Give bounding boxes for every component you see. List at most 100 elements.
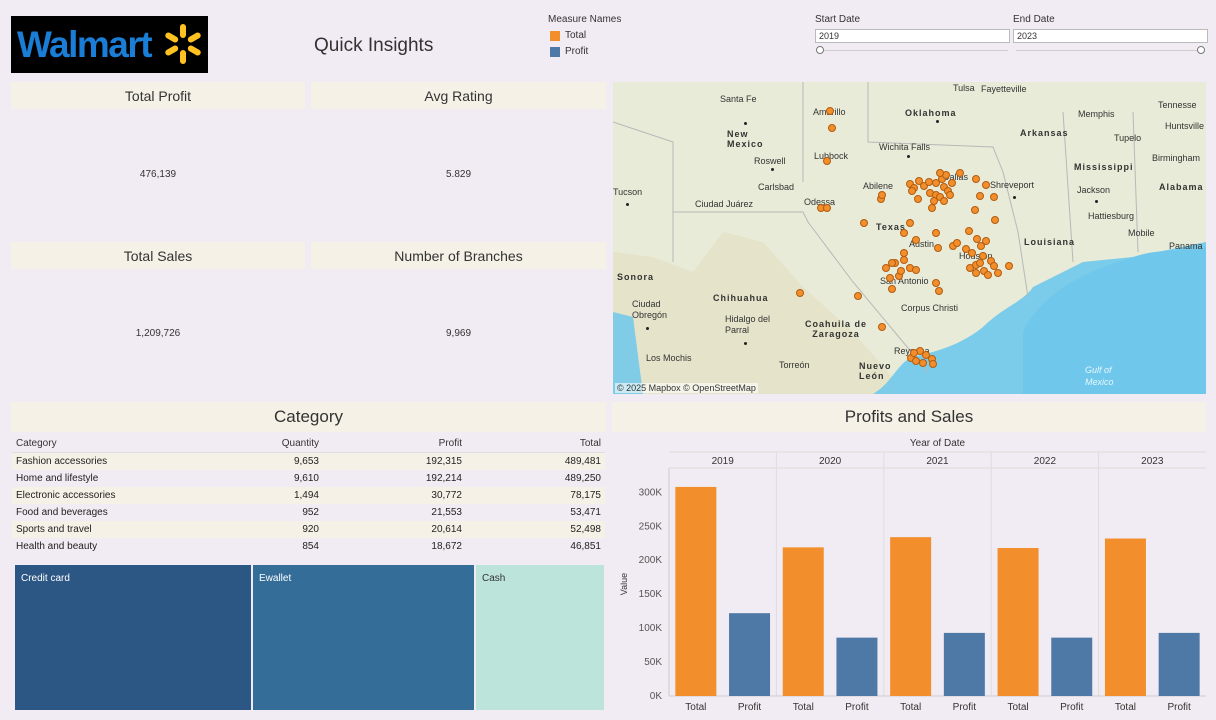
store-marker[interactable] — [994, 269, 1002, 277]
store-marker[interactable] — [878, 323, 886, 331]
store-marker[interactable] — [900, 249, 908, 257]
store-marker[interactable] — [935, 287, 943, 295]
store-marker[interactable] — [888, 259, 896, 267]
store-marker[interactable] — [888, 285, 896, 293]
x-tick-label: Profit — [845, 702, 869, 713]
store-marker[interactable] — [900, 256, 908, 264]
store-marker[interactable] — [900, 229, 908, 237]
start-date-slider-handle[interactable] — [816, 46, 824, 54]
map-label: Los Mochis — [646, 353, 692, 363]
kpi-value: 476,139 — [139, 169, 177, 180]
store-marker[interactable] — [956, 169, 964, 177]
bar-total-2021 — [890, 537, 932, 696]
store-marker[interactable] — [854, 292, 862, 300]
store-marker[interactable] — [878, 191, 886, 199]
store-marker[interactable] — [948, 179, 956, 187]
table-cell: Electronic accessories — [12, 487, 192, 504]
store-marker[interactable] — [979, 252, 987, 260]
store-marker[interactable] — [886, 274, 894, 282]
store-marker[interactable] — [932, 279, 940, 287]
map-label: Hidalgo del Parral — [725, 314, 771, 335]
table-row[interactable]: Sports and travel 920 20,614 52,498 — [12, 521, 605, 538]
store-marker[interactable] — [972, 175, 980, 183]
store-marker[interactable] — [910, 349, 918, 357]
store-map[interactable]: Tulsa Fayetteville Tennesse Santa Fe Ama… — [613, 82, 1206, 394]
table-row[interactable]: Fashion accessories 9,653 192,315 489,48… — [12, 452, 605, 470]
store-marker[interactable] — [976, 259, 984, 267]
column-header[interactable]: Total — [466, 435, 605, 453]
store-marker[interactable] — [925, 178, 933, 186]
store-marker[interactable] — [915, 177, 923, 185]
end-date-label: End Date — [1013, 14, 1055, 25]
treemap-cell-ewallet[interactable]: Ewallet — [253, 565, 474, 710]
store-marker[interactable] — [1005, 262, 1013, 270]
store-marker[interactable] — [968, 249, 976, 257]
store-marker[interactable] — [972, 269, 980, 277]
legend-item-total[interactable]: Total — [550, 30, 586, 41]
bar-profit-2019 — [729, 613, 771, 696]
store-marker[interactable] — [860, 219, 868, 227]
bar-total-2022 — [997, 548, 1039, 696]
store-marker[interactable] — [971, 206, 979, 214]
store-marker[interactable] — [953, 239, 961, 247]
map-label: Memphis — [1078, 109, 1115, 119]
store-marker[interactable] — [965, 227, 973, 235]
x-tick-label: Total — [900, 702, 921, 713]
map-label: Hattiesburg — [1088, 211, 1135, 221]
treemap-cell-cash[interactable]: Cash — [476, 565, 604, 710]
store-marker[interactable] — [936, 169, 944, 177]
store-marker[interactable] — [823, 157, 831, 165]
store-marker[interactable] — [914, 195, 922, 203]
store-marker[interactable] — [823, 204, 831, 212]
store-marker[interactable] — [828, 124, 836, 132]
city-marker — [646, 327, 649, 330]
column-header[interactable]: Category — [12, 435, 192, 453]
map-label: Tucson — [613, 187, 643, 197]
treemap-cell-credit-card[interactable]: Credit card — [15, 565, 251, 710]
store-marker[interactable] — [991, 216, 999, 224]
store-marker[interactable] — [946, 191, 954, 199]
table-row[interactable]: Food and beverages 952 21,553 53,471 — [12, 504, 605, 521]
store-marker[interactable] — [897, 267, 905, 275]
store-marker[interactable] — [976, 192, 984, 200]
start-date-slider-track[interactable] — [818, 50, 1008, 51]
x-tick-label: Profit — [738, 702, 762, 713]
category-table-wrap: Category Quantity Profit Total Fashion a… — [12, 435, 605, 555]
bar-profit-2022 — [1051, 637, 1093, 696]
end-date-slider-handle[interactable] — [1197, 46, 1205, 54]
store-marker[interactable] — [990, 193, 998, 201]
legend-item-profit[interactable]: Profit — [550, 46, 588, 57]
store-marker[interactable] — [982, 237, 990, 245]
store-marker[interactable] — [928, 204, 936, 212]
column-header[interactable]: Profit — [323, 435, 466, 453]
start-date-input[interactable]: 2019 — [815, 29, 1010, 43]
end-date-slider-track[interactable] — [1016, 50, 1202, 51]
store-marker[interactable] — [796, 289, 804, 297]
table-cell: 52,498 — [466, 521, 605, 538]
table-row[interactable]: Electronic accessories 1,494 30,772 78,1… — [12, 487, 605, 504]
table-cell: 20,614 — [323, 521, 466, 538]
table-row[interactable]: Home and lifestyle 9,610 192,214 489,250 — [12, 470, 605, 487]
y-tick-label: 0K — [650, 691, 663, 702]
store-marker[interactable] — [912, 266, 920, 274]
store-marker[interactable] — [908, 187, 916, 195]
end-date-input[interactable]: 2023 — [1013, 29, 1208, 43]
profits-sales-chart[interactable]: Year of Date 2019 2020 2021 2022 2023 0K 50K 100… — [613, 435, 1206, 715]
table-cell: 920 — [192, 521, 323, 538]
table-cell: 18,672 — [431, 541, 462, 552]
map-label: Jackson — [1077, 185, 1111, 195]
store-marker[interactable] — [982, 181, 990, 189]
store-marker[interactable] — [912, 236, 920, 244]
store-marker[interactable] — [984, 271, 992, 279]
column-header[interactable]: Quantity — [192, 435, 323, 453]
store-marker[interactable] — [934, 244, 942, 252]
store-marker[interactable] — [906, 219, 914, 227]
table-row[interactable]: Health and beauty 854 18,672 46,851 — [12, 538, 605, 555]
store-marker[interactable] — [929, 360, 937, 368]
city-marker — [744, 342, 747, 345]
map-credit[interactable]: © 2025 Mapbox © OpenStreetMap — [615, 383, 758, 393]
store-marker[interactable] — [826, 107, 834, 115]
store-marker[interactable] — [932, 229, 940, 237]
store-marker[interactable] — [919, 359, 927, 367]
bar-total-2019 — [675, 486, 717, 696]
